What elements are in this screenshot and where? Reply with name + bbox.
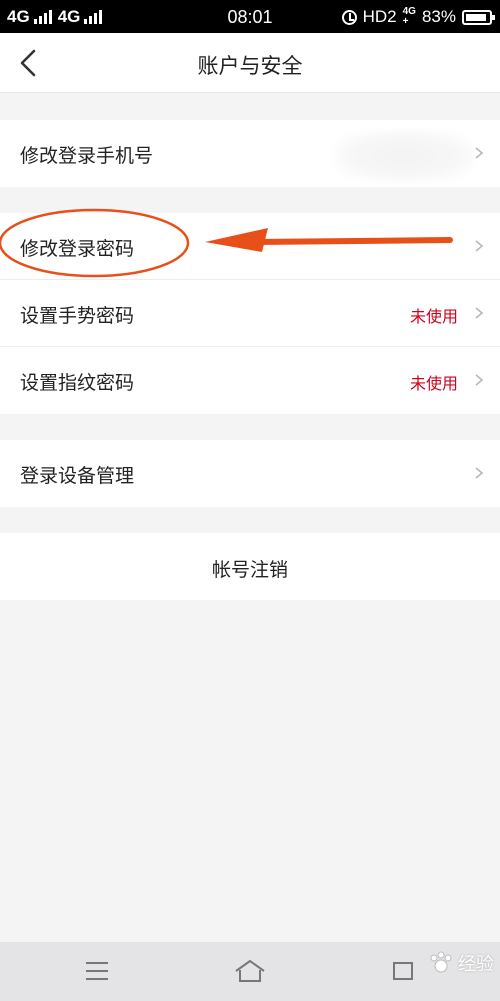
status-text: 未使用 bbox=[409, 374, 458, 393]
chevron-right-icon bbox=[475, 147, 484, 159]
row-label: 设置指纹密码 bbox=[20, 372, 135, 394]
blurred-phone-number bbox=[335, 130, 475, 182]
chevron-right-icon bbox=[475, 307, 484, 319]
chevron-right-icon bbox=[475, 240, 484, 252]
home-button[interactable] bbox=[233, 956, 267, 986]
menu-icon bbox=[86, 962, 108, 980]
row-label: 修改登录手机号 bbox=[20, 145, 154, 167]
group-account: 帐号注销 bbox=[0, 533, 500, 600]
nav-bar: 账户与安全 bbox=[0, 33, 500, 93]
status-text: 未使用 bbox=[409, 307, 458, 326]
back-nav-button[interactable] bbox=[386, 956, 420, 986]
row-device-management[interactable]: 登录设备管理 bbox=[0, 440, 500, 507]
row-label: 登录设备管理 bbox=[20, 465, 135, 487]
home-icon bbox=[235, 959, 265, 982]
row-delete-account[interactable]: 帐号注销 bbox=[0, 533, 500, 600]
back-icon bbox=[393, 962, 413, 980]
page-title: 账户与安全 bbox=[197, 54, 303, 78]
battery-icon bbox=[462, 9, 495, 25]
group-passwords: 修改登录密码 设置手势密码 未使用 设置指纹密码 未使用 bbox=[0, 213, 500, 414]
mobile-data-sub: + bbox=[402, 16, 409, 27]
status-bar: 4G 4G 08:01 HD2 4G + 83% bbox=[0, 0, 500, 33]
battery-percent: 83% bbox=[421, 7, 456, 26]
row-fingerprint-password[interactable]: 设置指纹密码 未使用 bbox=[0, 347, 500, 414]
menu-button[interactable] bbox=[80, 956, 114, 986]
chevron-left-icon bbox=[20, 49, 36, 77]
row-change-password[interactable]: 修改登录密码 bbox=[0, 213, 500, 280]
paw-logo-icon bbox=[430, 951, 452, 973]
hd-label: HD2 bbox=[362, 7, 397, 26]
group-devices: 登录设备管理 bbox=[0, 440, 500, 507]
system-nav-bar: 经验 bbox=[0, 942, 500, 1001]
row-gesture-password[interactable]: 设置手势密码 未使用 bbox=[0, 280, 500, 347]
chevron-right-icon bbox=[475, 467, 484, 479]
row-label: 修改登录密码 bbox=[20, 238, 135, 260]
alarm-icon bbox=[341, 9, 357, 25]
watermark: 经验 bbox=[428, 950, 494, 976]
delete-account-label: 帐号注销 bbox=[211, 559, 288, 581]
chevron-right-icon bbox=[475, 374, 484, 386]
back-button[interactable] bbox=[10, 43, 50, 83]
mobile-data-icon: 4G + bbox=[403, 7, 416, 27]
row-label: 设置手势密码 bbox=[20, 305, 135, 327]
group-phone: 修改登录手机号 bbox=[0, 120, 500, 187]
status-icons: HD2 4G + 83% bbox=[341, 7, 495, 27]
row-change-phone[interactable]: 修改登录手机号 bbox=[0, 120, 500, 187]
watermark-text: 经验 bbox=[458, 954, 494, 975]
